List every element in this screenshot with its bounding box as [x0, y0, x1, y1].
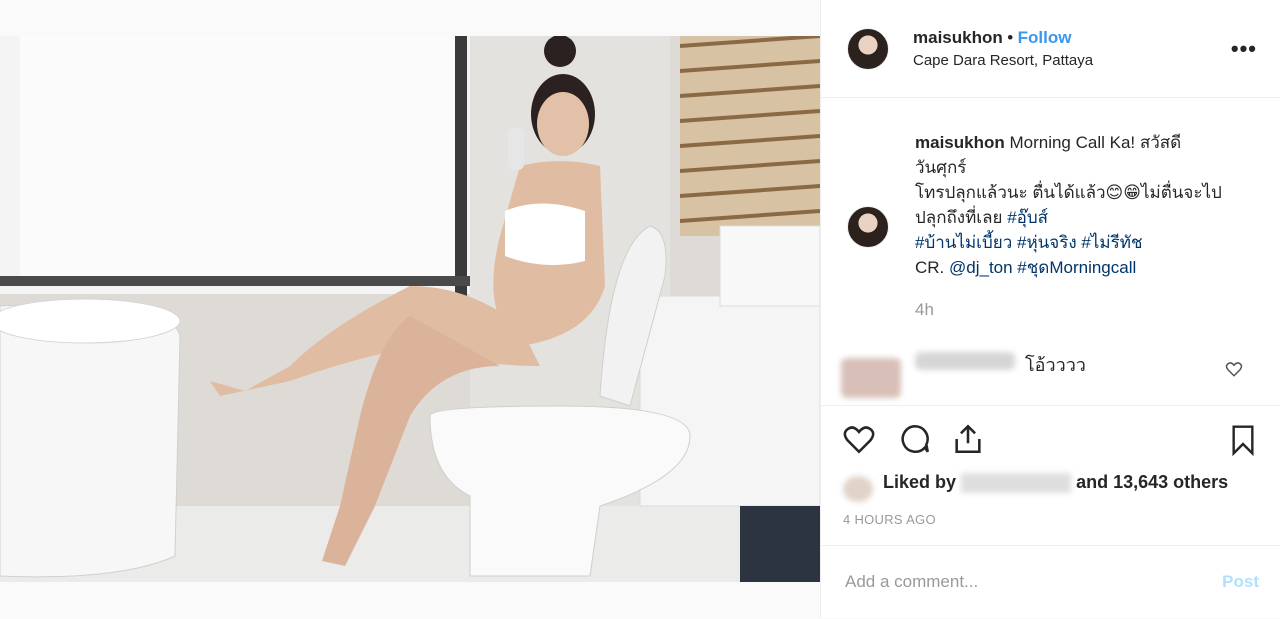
liked-by-label: Liked by [883, 472, 957, 492]
avatar[interactable] [847, 28, 889, 70]
mention-hashtag-links[interactable]: @dj_ton #ชุดMorningcall [949, 258, 1136, 277]
caption-username-link[interactable]: maisukhon [915, 133, 1005, 152]
header-title-row: maisukhon • Follow [913, 28, 1071, 48]
photo-pane [0, 0, 820, 618]
post-photo[interactable] [0, 36, 820, 582]
like-heart-icon[interactable] [841, 422, 877, 461]
post-actions: Liked by and 13,643 others 4 HOURS AGO [821, 405, 1280, 546]
comment-like-icon[interactable] [1225, 360, 1243, 383]
likes-summary[interactable]: Liked by and 13,643 others [883, 472, 1228, 494]
post-comment-button[interactable]: Post [1222, 572, 1259, 592]
likes-count[interactable]: and 13,643 others [1076, 472, 1228, 492]
post-caption: maisukhon Morning Call Ka! สวัสดี วันศุก… [915, 130, 1255, 280]
caption-line-2: วันศุกร์ [915, 158, 967, 177]
comment-text: โอ้วววว [1025, 355, 1086, 375]
caption-time: 4h [915, 300, 934, 319]
username-link[interactable]: maisukhon [913, 28, 1003, 47]
commenter-avatar[interactable] [841, 358, 901, 398]
post-photo-illustration [0, 36, 820, 582]
follow-button[interactable]: Follow [1018, 28, 1072, 47]
liker-avatar[interactable] [843, 476, 873, 502]
caption-line-3: โทรปลุกแล้วนะ ตื่นได้แล้ว😊😁ไม่ตื่นจะไป [915, 183, 1222, 202]
more-options-icon[interactable]: ••• [1231, 38, 1257, 60]
comment-item: โอ้วววว [821, 340, 1280, 404]
caption-line-1: Morning Call Ka! สวัสดี [1004, 133, 1182, 152]
post-sidebar: maisukhon • Follow Cape Dara Resort, Pat… [820, 0, 1280, 618]
hashtag-link[interactable]: #อุ๊บส์ [1007, 208, 1048, 227]
commenter-username[interactable] [915, 352, 1015, 370]
liker-username[interactable] [961, 473, 1072, 494]
post-timestamp[interactable]: 4 HOURS AGO [843, 512, 936, 527]
location-link[interactable]: Cape Dara Resort, Pattaya [913, 52, 1093, 69]
save-bookmark-icon[interactable] [1227, 422, 1259, 463]
caption-line-6: CR. [915, 258, 949, 277]
caption-line-4: ปลุกถึงที่เลย [915, 208, 1008, 227]
add-comment-bar: Post [821, 545, 1280, 619]
post-header: maisukhon • Follow Cape Dara Resort, Pat… [821, 0, 1280, 98]
share-icon[interactable] [951, 422, 985, 461]
separator-dot: • [1007, 28, 1014, 47]
hashtag-links[interactable]: #บ้านไม่เบี้ยว #หุ่นจริง #ไม่รีทัช [915, 233, 1142, 252]
caption-avatar[interactable] [847, 206, 889, 248]
comment-input[interactable] [843, 566, 1187, 598]
comment-icon[interactable] [897, 422, 933, 461]
